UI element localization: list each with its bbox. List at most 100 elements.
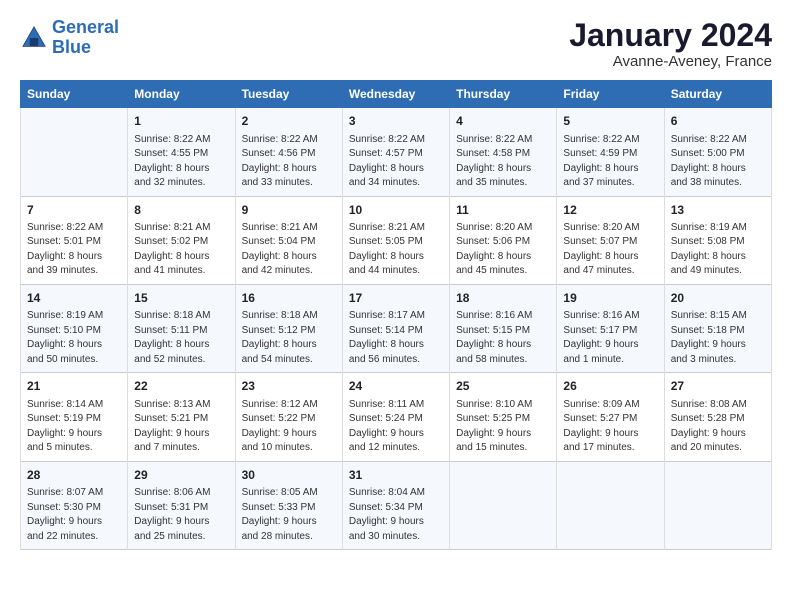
calendar-cell: 17Sunrise: 8:17 AMSunset: 5:14 PMDayligh… <box>342 284 449 372</box>
day-number: 29 <box>134 467 228 484</box>
calendar-cell: 9Sunrise: 8:21 AMSunset: 5:04 PMDaylight… <box>235 196 342 284</box>
calendar-cell: 27 Sunrise: 8:08 AMSunset: 5:28 PMDayligh… <box>664 373 771 461</box>
day-info: Sunrise: 8:21 AMSunset: 5:05 PMDaylight:… <box>349 221 443 279</box>
day-number: 15 <box>134 290 228 307</box>
day-info: Sunrise: 8:22 AMSunset: 5:00 PMDaylight:… <box>671 133 765 191</box>
day-number: 19 <box>563 290 657 307</box>
calendar-cell: 21 Sunrise: 8:14 AMSunset: 5:19 PMDayligh… <box>21 373 128 461</box>
calendar-cell: 4Sunrise: 8:22 AMSunset: 4:58 PMDaylight… <box>450 108 557 196</box>
day-info: Sunrise: 8:22 AMSunset: 4:57 PMDaylight:… <box>349 133 443 191</box>
day-info: Sunrise: 8:19 AMSunset: 5:08 PMDaylight:… <box>671 221 765 279</box>
day-number: 30 <box>242 467 336 484</box>
day-number: 3 <box>349 113 443 130</box>
weekday-header-friday: Friday <box>557 81 664 108</box>
calendar-cell: 29 Sunrise: 8:06 AMSunset: 5:31 PMDayligh… <box>128 461 235 549</box>
day-number: 25 <box>456 378 550 395</box>
day-info: Sunrise: 8:07 AMSunset: 5:30 PMDaylight:… <box>27 486 121 544</box>
day-number: 7 <box>27 202 121 219</box>
logo-icon <box>20 24 48 52</box>
day-info: Sunrise: 8:04 AMSunset: 5:34 PMDaylight:… <box>349 486 443 544</box>
day-info: Sunrise: 8:14 AMSunset: 5:19 PMDaylight:… <box>27 398 121 456</box>
calendar-cell: 18Sunrise: 8:16 AMSunset: 5:15 PMDayligh… <box>450 284 557 372</box>
calendar-cell: 7 Sunrise: 8:22 AMSunset: 5:01 PMDaylight… <box>21 196 128 284</box>
calendar-cell: 12Sunrise: 8:20 AMSunset: 5:07 PMDayligh… <box>557 196 664 284</box>
day-number: 13 <box>671 202 765 219</box>
calendar-cell <box>664 461 771 549</box>
day-info: Sunrise: 8:16 AMSunset: 5:15 PMDaylight:… <box>456 309 550 367</box>
day-info: Sunrise: 8:22 AMSunset: 4:56 PMDaylight:… <box>242 133 336 191</box>
calendar-cell: 1Sunrise: 8:22 AMSunset: 4:55 PMDaylight… <box>128 108 235 196</box>
calendar-cell: 6 Sunrise: 8:22 AMSunset: 5:00 PMDaylight… <box>664 108 771 196</box>
day-info: Sunrise: 8:21 AMSunset: 5:02 PMDaylight:… <box>134 221 228 279</box>
calendar-cell: 24 Sunrise: 8:11 AMSunset: 5:24 PMDayligh… <box>342 373 449 461</box>
day-number: 6 <box>671 113 765 130</box>
day-number: 28 <box>27 467 121 484</box>
day-info: Sunrise: 8:20 AMSunset: 5:06 PMDaylight:… <box>456 221 550 279</box>
weekday-header-thursday: Thursday <box>450 81 557 108</box>
day-info: Sunrise: 8:08 AMSunset: 5:28 PMDaylight:… <box>671 398 765 456</box>
calendar-cell: 20Sunrise: 8:15 AMSunset: 5:18 PMDayligh… <box>664 284 771 372</box>
location: Avanne-Aveney, France <box>569 53 772 70</box>
calendar-cell: 16Sunrise: 8:18 AMSunset: 5:12 PMDayligh… <box>235 284 342 372</box>
day-number: 23 <box>242 378 336 395</box>
day-info: Sunrise: 8:22 AMSunset: 4:59 PMDaylight:… <box>563 133 657 191</box>
day-info: Sunrise: 8:13 AMSunset: 5:21 PMDaylight:… <box>134 398 228 456</box>
calendar-cell: 23 Sunrise: 8:12 AMSunset: 5:22 PMDayligh… <box>235 373 342 461</box>
calendar-cell: 19 Sunrise: 8:16 AMSunset: 5:17 PMDayligh… <box>557 284 664 372</box>
calendar-cell: 10 Sunrise: 8:21 AMSunset: 5:05 PMDayligh… <box>342 196 449 284</box>
day-info: Sunrise: 8:16 AMSunset: 5:17 PMDaylight:… <box>563 309 657 367</box>
logo-text: General Blue <box>52 18 119 58</box>
day-number: 27 <box>671 378 765 395</box>
day-info: Sunrise: 8:05 AMSunset: 5:33 PMDaylight:… <box>242 486 336 544</box>
calendar-cell: 22 Sunrise: 8:13 AMSunset: 5:21 PMDayligh… <box>128 373 235 461</box>
logo: General Blue <box>20 18 119 58</box>
day-info: Sunrise: 8:22 AMSunset: 5:01 PMDaylight:… <box>27 221 121 279</box>
calendar-table: SundayMondayTuesdayWednesdayThursdayFrid… <box>20 80 772 550</box>
week-row-5: 28 Sunrise: 8:07 AMSunset: 5:30 PMDayligh… <box>21 461 772 549</box>
day-number: 4 <box>456 113 550 130</box>
weekday-header-tuesday: Tuesday <box>235 81 342 108</box>
calendar-cell: 28 Sunrise: 8:07 AMSunset: 5:30 PMDayligh… <box>21 461 128 549</box>
day-number: 12 <box>563 202 657 219</box>
calendar-cell <box>21 108 128 196</box>
calendar-cell: 3 Sunrise: 8:22 AMSunset: 4:57 PMDaylight… <box>342 108 449 196</box>
day-info: Sunrise: 8:11 AMSunset: 5:24 PMDaylight:… <box>349 398 443 456</box>
day-info: Sunrise: 8:19 AMSunset: 5:10 PMDaylight:… <box>27 309 121 367</box>
calendar-cell: 31 Sunrise: 8:04 AMSunset: 5:34 PMDayligh… <box>342 461 449 549</box>
weekday-header-saturday: Saturday <box>664 81 771 108</box>
day-info: Sunrise: 8:18 AMSunset: 5:11 PMDaylight:… <box>134 309 228 367</box>
weekday-header-wednesday: Wednesday <box>342 81 449 108</box>
page-container: General Blue January 2024 Avanne-Aveney,… <box>0 0 792 560</box>
day-info: Sunrise: 8:18 AMSunset: 5:12 PMDaylight:… <box>242 309 336 367</box>
day-number: 5 <box>563 113 657 130</box>
calendar-cell: 14Sunrise: 8:19 AMSunset: 5:10 PMDayligh… <box>21 284 128 372</box>
calendar-cell <box>557 461 664 549</box>
calendar-cell: 13 Sunrise: 8:19 AMSunset: 5:08 PMDayligh… <box>664 196 771 284</box>
week-row-3: 14Sunrise: 8:19 AMSunset: 5:10 PMDayligh… <box>21 284 772 372</box>
logo-line2: Blue <box>52 37 91 57</box>
calendar-cell: 2 Sunrise: 8:22 AMSunset: 4:56 PMDaylight… <box>235 108 342 196</box>
page-header: General Blue January 2024 Avanne-Aveney,… <box>20 18 772 70</box>
day-info: Sunrise: 8:22 AMSunset: 4:55 PMDaylight:… <box>134 133 228 191</box>
title-block: January 2024 Avanne-Aveney, France <box>569 18 772 70</box>
day-number: 22 <box>134 378 228 395</box>
day-number: 2 <box>242 113 336 130</box>
day-number: 11 <box>456 202 550 219</box>
day-info: Sunrise: 8:12 AMSunset: 5:22 PMDaylight:… <box>242 398 336 456</box>
day-number: 9 <box>242 202 336 219</box>
weekday-header-monday: Monday <box>128 81 235 108</box>
month-title: January 2024 <box>569 18 772 53</box>
day-number: 31 <box>349 467 443 484</box>
day-number: 24 <box>349 378 443 395</box>
day-number: 21 <box>27 378 121 395</box>
calendar-cell <box>450 461 557 549</box>
weekday-header-row: SundayMondayTuesdayWednesdayThursdayFrid… <box>21 81 772 108</box>
day-number: 26 <box>563 378 657 395</box>
day-info: Sunrise: 8:17 AMSunset: 5:14 PMDaylight:… <box>349 309 443 367</box>
day-info: Sunrise: 8:09 AMSunset: 5:27 PMDaylight:… <box>563 398 657 456</box>
day-info: Sunrise: 8:10 AMSunset: 5:25 PMDaylight:… <box>456 398 550 456</box>
day-number: 10 <box>349 202 443 219</box>
week-row-2: 7 Sunrise: 8:22 AMSunset: 5:01 PMDaylight… <box>21 196 772 284</box>
calendar-cell: 5 Sunrise: 8:22 AMSunset: 4:59 PMDaylight… <box>557 108 664 196</box>
day-info: Sunrise: 8:06 AMSunset: 5:31 PMDaylight:… <box>134 486 228 544</box>
